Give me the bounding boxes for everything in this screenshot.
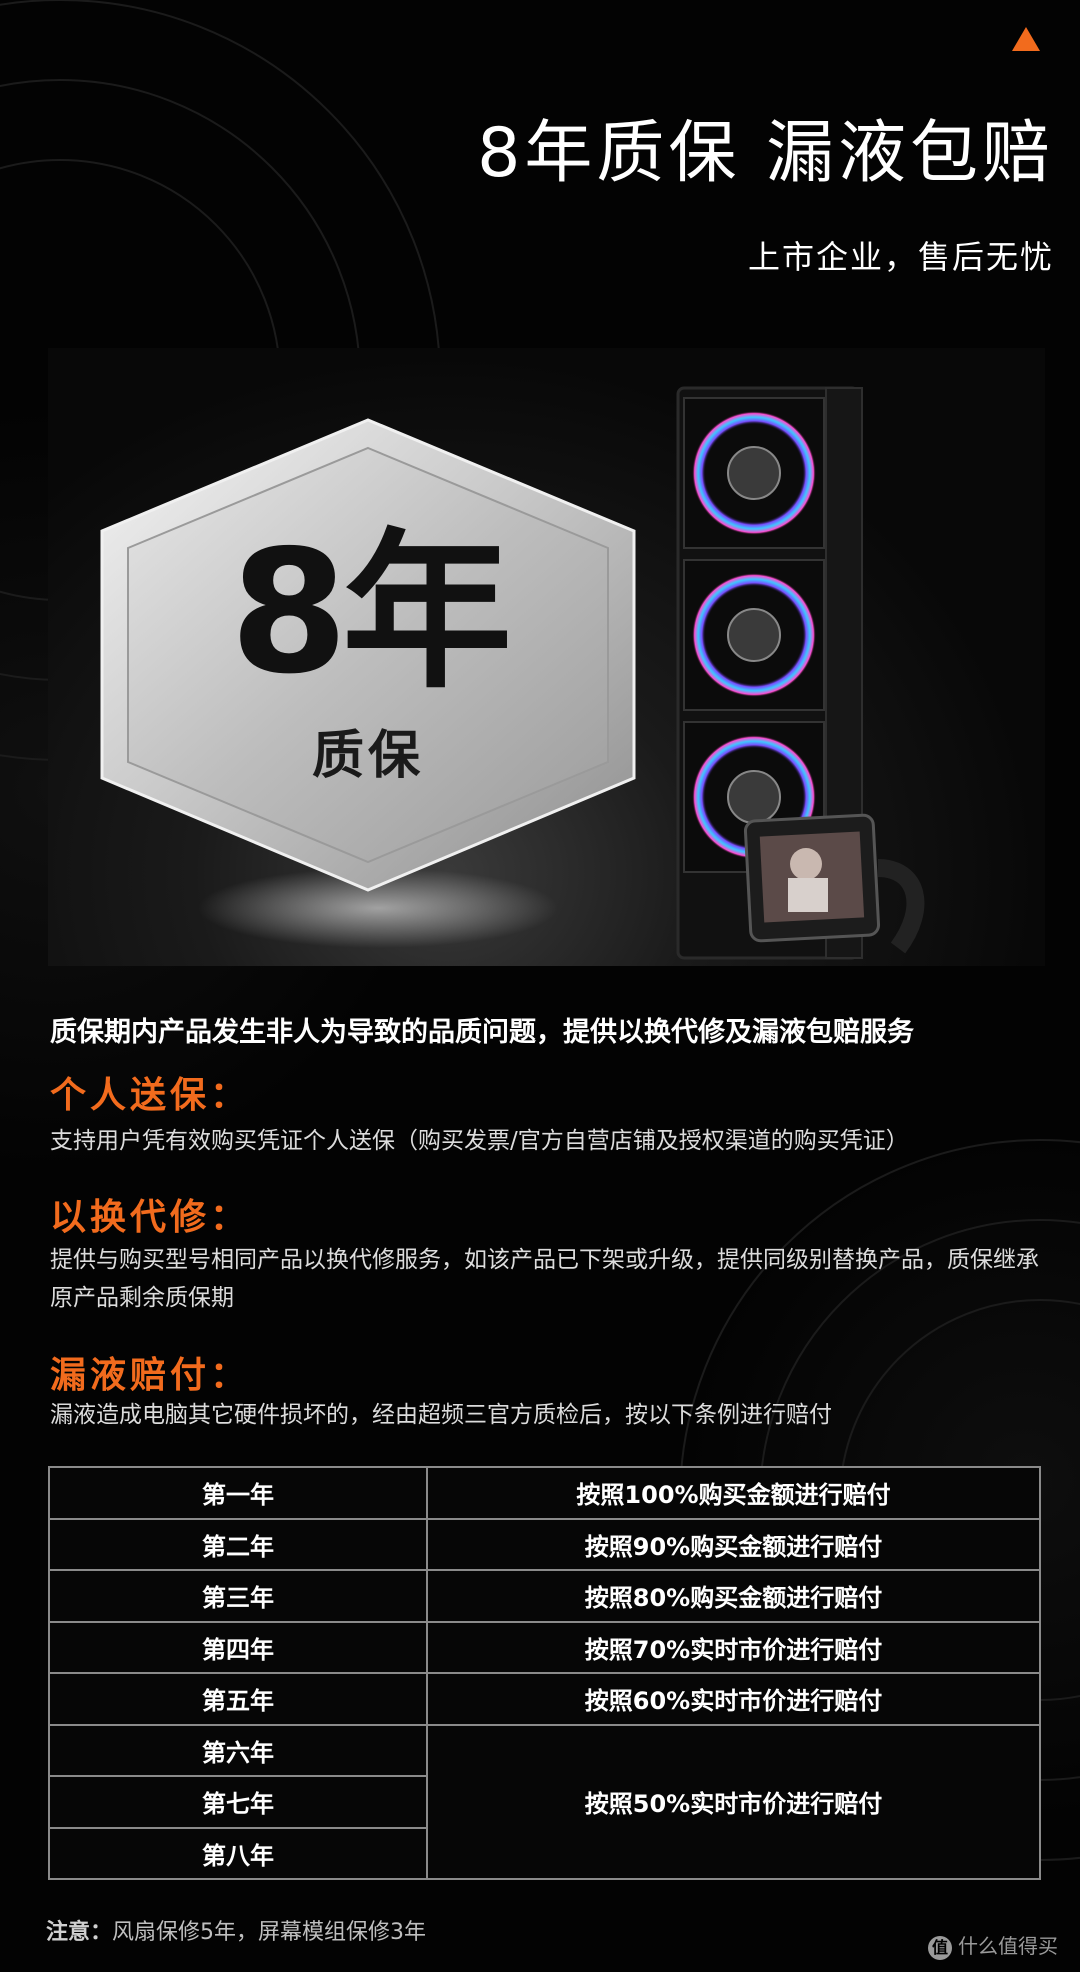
section-text-leak-compensation: 漏液造成电脑其它硬件损坏的，经由超频三官方质检后，按以下条例进行赔付 <box>50 1402 832 1428</box>
table-row: 第二年 按照90%购买金额进行赔付 <box>48 1517 1041 1571</box>
table-cell-terms: 按照90%购买金额进行赔付 <box>426 1517 1041 1571</box>
intro-text: 质保期内产品发生非人为导致的品质问题，提供以换代修及漏液包赔服务 <box>50 1017 914 1048</box>
corner-triangle-icon <box>1012 27 1040 51</box>
table-cell-year: 第六年 <box>48 1723 428 1777</box>
table-row: 第一年 按照100%购买金额进行赔付 <box>48 1466 1041 1520</box>
page-title: 8年质保 漏液包赔 <box>477 114 1054 193</box>
table-cell-year: 第七年 <box>48 1775 428 1829</box>
page-subtitle: 上市企业，售后无忧 <box>747 238 1054 276</box>
table-cell-year: 第四年 <box>48 1620 428 1674</box>
footnote: 注意：风扇保修5年，屏幕模组保修3年 <box>46 1914 426 1946</box>
section-title-replacement: 以换代修： <box>50 1197 251 1238</box>
table-row: 第三年 按照80%购买金额进行赔付 <box>48 1569 1041 1623</box>
table-cell-year: 第五年 <box>48 1672 428 1726</box>
compensation-table: 第一年 按照100%购买金额进行赔付 第二年 按照90%购买金额进行赔付 第三年… <box>48 1466 1041 1880</box>
badge-years: 8年 <box>229 514 512 712</box>
table-row: 第四年 按照70%实时市价进行赔付 <box>48 1620 1041 1674</box>
table-cell-terms: 按照60%实时市价进行赔付 <box>426 1672 1041 1726</box>
table-cell-terms: 按照70%实时市价进行赔付 <box>426 1620 1041 1674</box>
section-text-replacement: 提供与购买型号相同产品以换代修服务，如该产品已下架或升级，提供同级别替换产品，质… <box>50 1247 1039 1311</box>
badge-warranty-label: 质保 <box>311 726 424 786</box>
table-cell-year: 第三年 <box>48 1569 428 1623</box>
section-title-leak-compensation: 漏液赔付： <box>50 1355 251 1396</box>
table-row: 第五年 按照60%实时市价进行赔付 <box>48 1672 1041 1726</box>
footnote-text: 风扇保修5年，屏幕模组保修3年 <box>112 1920 427 1945</box>
table-cell-year: 第一年 <box>48 1466 428 1520</box>
watermark-text: 什么值得买 <box>958 1934 1058 1958</box>
table-cell-terms: 按照100%购买金额进行赔付 <box>426 1466 1041 1520</box>
footnote-label: 注意： <box>46 1920 113 1945</box>
table-cell-terms: 按照80%购买金额进行赔付 <box>426 1569 1041 1623</box>
table-cell-year: 第二年 <box>48 1517 428 1571</box>
cooler-illustration <box>676 386 925 960</box>
section-title-personal-warranty: 个人送保： <box>50 1075 251 1116</box>
hero-product-image: 8年 质保 <box>48 348 1045 966</box>
table-cell-year: 第八年 <box>48 1826 428 1880</box>
watermark: 值什么值得买 <box>928 1930 1058 1960</box>
watermark-logo-icon: 值 <box>928 1935 952 1960</box>
table-row: 第六年 按照50%实时市价进行赔付 <box>48 1723 1041 1880</box>
section-text-personal-warranty: 支持用户凭有效购买凭证个人送保（购买发票/官方自营店铺及授权渠道的购买凭证） <box>50 1128 909 1154</box>
table-cell-terms: 按照50%实时市价进行赔付 <box>426 1723 1041 1880</box>
